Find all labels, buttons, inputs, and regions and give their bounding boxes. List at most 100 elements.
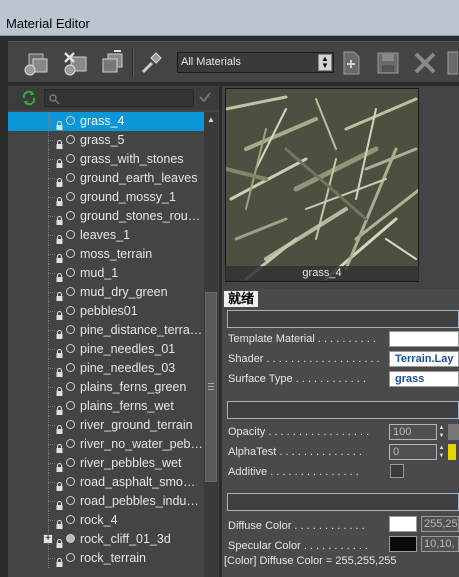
tree-item[interactable]: mud_dry_green [8,283,204,302]
tree-item[interactable]: mud_1 [8,264,204,283]
close-icon[interactable] [410,48,440,78]
diffuse-color-value[interactable]: 255,25 [421,516,459,532]
tree-guide [48,280,49,281]
tree-item[interactable]: pine_needles_01 [8,340,204,359]
more-tools-icon[interactable] [444,48,459,78]
tree-item-label: ground_stones_rou… [80,209,201,223]
chevron-updown-icon: ▲ ▼ [318,54,332,71]
tree-guide [48,179,49,180]
tree-item[interactable]: road_asphalt_smo… [8,473,204,492]
tree-item[interactable]: + rock_cliff_01_3d [8,530,204,549]
additive-checkbox[interactable] [390,464,404,478]
tree-item[interactable]: grass_5 [8,131,204,150]
material-icon [66,116,75,125]
new-file-icon[interactable] [336,48,366,78]
refresh-icon[interactable] [21,90,37,111]
tree-item[interactable]: rock_terrain [8,549,204,568]
tree-guide [48,356,49,357]
scroll-up-icon[interactable]: ▲ [205,114,217,126]
material-icon [66,211,75,220]
duplicate-material-icon[interactable] [98,48,128,78]
tree-item[interactable]: river_ground_terrain [8,416,204,435]
tree-guide [48,479,49,480]
shader-field[interactable]: Terrain.Lay [389,351,459,367]
tree-guide [48,257,49,258]
section-header[interactable] [227,310,459,328]
tree-item[interactable]: rock_4 [8,511,204,530]
surface-type-field[interactable]: grass [389,371,459,387]
tree-guide [48,397,49,398]
browser-search-input[interactable] [44,89,194,107]
tree-item[interactable]: grass_with_stones [8,150,204,169]
tree-guide [50,368,51,369]
tree-guide [48,406,49,407]
checkmark-icon[interactable] [198,90,212,109]
tree-item-label: grass_5 [80,133,125,147]
tree-guide [48,565,49,566]
tree-guide [48,171,49,172]
tree-guide [48,420,49,421]
tree-guide [48,384,49,385]
lock-icon [55,193,64,206]
template-material-field[interactable] [389,331,459,347]
save-icon[interactable] [373,48,403,78]
tree-guide [48,485,49,486]
tree-guide [48,352,49,353]
material-icon [66,249,75,258]
tree-guide [48,563,49,564]
tree-guide [48,124,49,125]
expand-icon[interactable]: + [43,534,53,544]
tree-guide [48,463,49,464]
tree-item[interactable]: road_pebbles_indu… [8,492,204,511]
tree-item[interactable]: pebbles01 [8,302,204,321]
tree-guide [48,525,49,526]
section-header[interactable] [227,493,459,511]
pick-material-icon[interactable] [136,48,166,78]
tree-guide [50,178,51,179]
new-material-icon[interactable] [21,48,51,78]
tree-guide [48,369,49,370]
tree-guide [48,219,49,220]
tree-guide [48,197,49,198]
tree-item[interactable]: moss_terrain [8,245,204,264]
specular-color-swatch[interactable] [389,536,417,552]
diffuse-color-swatch[interactable] [389,516,417,532]
tree-item[interactable]: ground_earth_leaves [8,169,204,188]
material-icon [66,553,75,562]
tree-item[interactable]: pine_needles_03 [8,359,204,378]
scroll-thumb[interactable] [205,292,217,482]
material-filter-select[interactable]: All Materials ▲ ▼ [177,52,334,73]
delete-material-icon[interactable] [61,48,91,78]
specular-color-value[interactable]: 10,10, [421,536,459,552]
section-header[interactable] [227,401,459,419]
tree-guide [48,349,49,350]
tree-item[interactable]: plains_ferns_wet [8,397,204,416]
tree-item[interactable]: ground_mossy_1 [8,188,204,207]
tree-item[interactable]: pine_distance_terra… [8,321,204,340]
tree-item[interactable]: river_no_water_peb… [8,435,204,454]
tree-guide [48,207,49,208]
tree-scrollbar[interactable]: ▲ [204,112,218,577]
opacity-slider[interactable] [448,424,459,440]
tree-item-label: leaves_1 [80,228,131,242]
spinner-arrows-icon[interactable]: ▲ ▼ [438,444,445,460]
tree-item-label: pine_needles_03 [80,361,176,375]
tree-guide [48,293,49,294]
tree-item[interactable]: leaves_1 [8,226,204,245]
tree-guide [48,549,49,550]
opacity-spinner[interactable]: 100 [389,424,437,440]
tree-guide [48,145,49,146]
tree-item[interactable]: ground_stones_rou… [8,207,204,226]
tree-item[interactable]: plains_ferns_green [8,378,204,397]
spinner-arrows-icon[interactable]: ▲ ▼ [438,424,445,440]
tree-item[interactable]: grass_4 [8,112,204,131]
tree-guide [48,468,49,469]
tree-guide [52,311,53,312]
tree-guide [48,508,49,509]
tree-guide [48,276,49,277]
tree-guide [48,523,49,524]
alphatest-slider[interactable] [448,444,456,460]
alphatest-spinner[interactable]: 0 [389,444,437,460]
tree-guide [48,118,49,119]
tree-item[interactable]: river_pebbles_wet [8,454,204,473]
